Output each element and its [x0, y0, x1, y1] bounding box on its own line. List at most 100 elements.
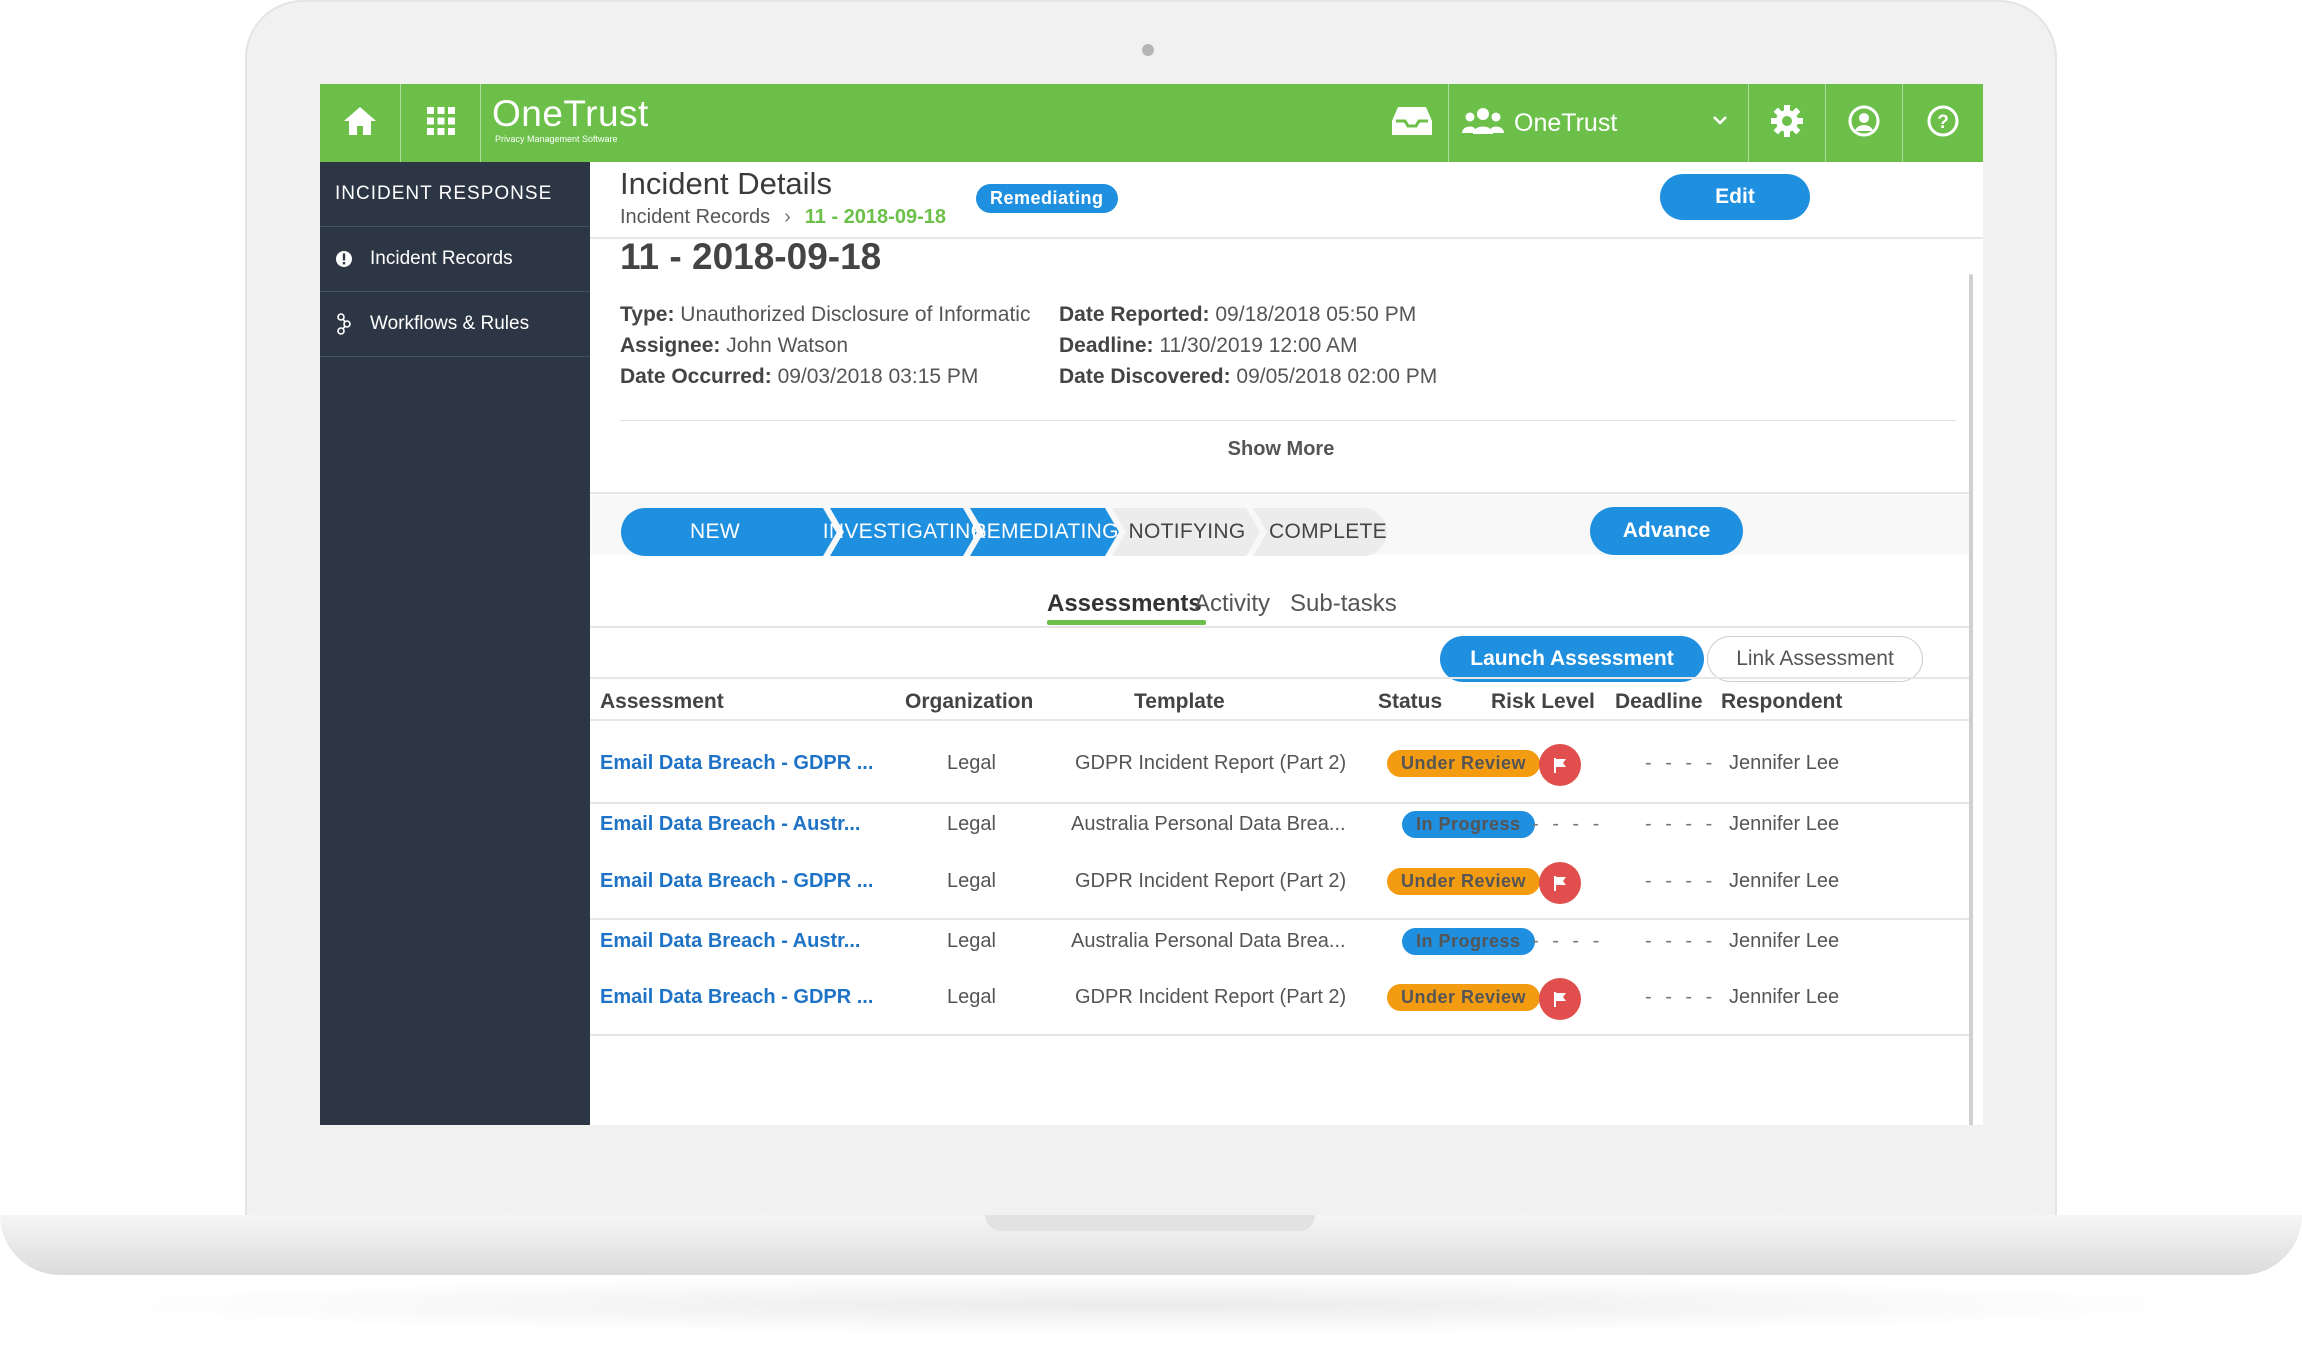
stage-remediating[interactable]: REMEDIATING — [970, 507, 1120, 557]
deadline-cell: - - - - — [1645, 870, 1717, 892]
tab-sub-tasks[interactable]: Sub-tasks — [1290, 590, 1397, 618]
page-header: Incident Details Remediating Incident Re… — [590, 162, 1983, 239]
breadcrumb-link-incident-records[interactable]: Incident Records — [620, 206, 770, 229]
row-divider — [590, 802, 1972, 804]
template-cell: GDPR Incident Report (Part 2) — [1075, 986, 1347, 1008]
template-cell: GDPR Incident Report (Part 2) — [1075, 752, 1347, 774]
sidebar-item-workflows-rules[interactable]: Workflows & Rules — [320, 292, 590, 357]
vertical-scrollbar[interactable] — [1969, 274, 1973, 1125]
assessment-link[interactable]: Email Data Breach - GDPR ... — [600, 870, 873, 893]
link-assessment-button[interactable]: Link Assessment — [1707, 636, 1923, 682]
help-icon: ? — [1927, 105, 1959, 142]
organization-cell: Legal — [947, 930, 996, 952]
column-header-deadline[interactable]: Deadline — [1615, 690, 1703, 714]
status-badge: Under Review — [1387, 868, 1541, 895]
column-header-template[interactable]: Template — [1134, 690, 1225, 714]
column-header-status[interactable]: Status — [1378, 690, 1442, 714]
top-navigation-bar: OneTrust Privacy Management Software One… — [320, 84, 1983, 162]
apps-grid-icon — [427, 106, 455, 140]
assessment-link[interactable]: Email Data Breach - Austr... — [600, 930, 860, 953]
tab-activity[interactable]: Activity — [1194, 590, 1270, 618]
respondent-cell: Jennifer Lee — [1729, 752, 1840, 774]
deadline-cell: - - - - — [1645, 930, 1717, 952]
stage-notifying[interactable]: NOTIFYING — [1112, 507, 1262, 557]
table-top-border — [590, 677, 1972, 679]
profile-button[interactable] — [1826, 84, 1902, 162]
laptop-notch — [985, 1215, 1315, 1231]
brand-logo[interactable]: OneTrust Privacy Management Software — [492, 94, 649, 145]
settings-button[interactable] — [1749, 84, 1825, 162]
column-header-organization[interactable]: Organization — [905, 690, 1033, 714]
inbox-button[interactable] — [1376, 84, 1448, 162]
template-cell: GDPR Incident Report (Part 2) — [1075, 870, 1347, 892]
organization-cell: Legal — [947, 986, 996, 1008]
camera-dot — [1142, 44, 1154, 56]
column-header-respondent[interactable]: Respondent — [1721, 690, 1842, 714]
section-divider — [590, 492, 1972, 494]
template-cell: Australia Personal Data Brea... — [1071, 813, 1346, 835]
template-cell: Australia Personal Data Brea... — [1071, 930, 1346, 952]
status-badge: In Progress — [1402, 811, 1535, 838]
organization-cell: Legal — [947, 870, 996, 892]
column-header-risk-level[interactable]: Risk Level — [1491, 690, 1595, 714]
deadline-cell: - - - - — [1645, 813, 1717, 835]
apps-button[interactable] — [401, 84, 481, 162]
row-divider — [590, 1034, 1972, 1036]
field-value: 11/30/2019 12:00 AM — [1159, 334, 1358, 357]
column-header-assessment[interactable]: Assessment — [600, 690, 724, 714]
sidebar-item-label: Incident Records — [370, 248, 513, 269]
gear-icon — [1771, 104, 1803, 142]
app-screen: OneTrust Privacy Management Software One… — [320, 84, 1983, 1125]
field-type: Type: Unauthorized Disclosure of Informa… — [620, 303, 1030, 327]
home-button[interactable] — [320, 84, 400, 162]
field-label: Deadline: — [1059, 334, 1154, 357]
show-more-link[interactable]: Show More — [590, 438, 1972, 461]
tab-assessments[interactable]: Assessments — [1047, 590, 1202, 618]
deadline-cell: - - - - — [1645, 752, 1717, 774]
organization-cell: Legal — [947, 752, 996, 774]
users-icon — [1462, 106, 1504, 141]
field-date-discovered: Date Discovered: 09/05/2018 02:00 PM — [1059, 365, 1437, 389]
respondent-cell: Jennifer Lee — [1729, 930, 1840, 952]
status-badge: Under Review — [1387, 750, 1541, 777]
respondent-cell: Jennifer Lee — [1729, 813, 1840, 835]
organization-selector[interactable]: OneTrust — [1448, 84, 1748, 162]
risk-level-cell: - - - - — [1532, 813, 1604, 835]
edit-button[interactable]: Edit — [1660, 174, 1810, 220]
brand-tagline: Privacy Management Software — [495, 134, 618, 144]
table-header-divider — [590, 719, 1972, 721]
field-value: 09/18/2018 05:50 PM — [1215, 303, 1417, 326]
assessment-link[interactable]: Email Data Breach - Austr... — [600, 813, 860, 836]
field-date-occurred: Date Occurred: 09/03/2018 03:15 PM — [620, 365, 978, 389]
sidebar-item-label: Workflows & Rules — [370, 313, 530, 334]
assessment-link[interactable]: Email Data Breach - GDPR ... — [600, 986, 873, 1009]
sidebar: INCIDENT RESPONSE Incident Records Workf… — [320, 162, 590, 1125]
respondent-cell: Jennifer Lee — [1729, 870, 1840, 892]
help-button[interactable]: ? — [1903, 84, 1983, 162]
alert-circle-icon — [334, 250, 354, 268]
record-title: 11 - 2018-09-18 — [620, 236, 882, 277]
field-value: 09/03/2018 03:15 PM — [777, 365, 979, 388]
details-divider — [620, 420, 1956, 421]
stage-investigating[interactable]: INVESTIGATING — [823, 507, 987, 557]
risk-flag-icon — [1539, 862, 1581, 904]
assessment-link[interactable]: Email Data Breach - GDPR ... — [600, 752, 873, 775]
risk-flag-icon — [1539, 744, 1581, 786]
sidebar-item-incident-records[interactable]: Incident Records — [320, 227, 590, 292]
stage-new[interactable]: NEW — [620, 507, 810, 557]
svg-text:?: ? — [1937, 112, 1949, 133]
inbox-icon — [1390, 105, 1434, 142]
organization-cell: Legal — [947, 813, 996, 835]
field-value: John Watson — [726, 334, 849, 357]
home-icon — [342, 105, 378, 142]
launch-assessment-button[interactable]: Launch Assessment — [1440, 636, 1704, 682]
advance-button[interactable]: Advance — [1590, 507, 1743, 555]
stage-complete[interactable]: COMPLETE — [1253, 507, 1403, 557]
deadline-cell: - - - - — [1645, 986, 1717, 1008]
respondent-cell: Jennifer Lee — [1729, 986, 1840, 1008]
field-assignee: Assignee: John Watson — [620, 334, 848, 358]
chevron-down-icon — [1712, 112, 1728, 130]
field-label: Date Occurred: — [620, 365, 772, 388]
field-label: Type: — [620, 303, 675, 326]
breadcrumb-current: 11 - 2018-09-18 — [804, 206, 946, 228]
